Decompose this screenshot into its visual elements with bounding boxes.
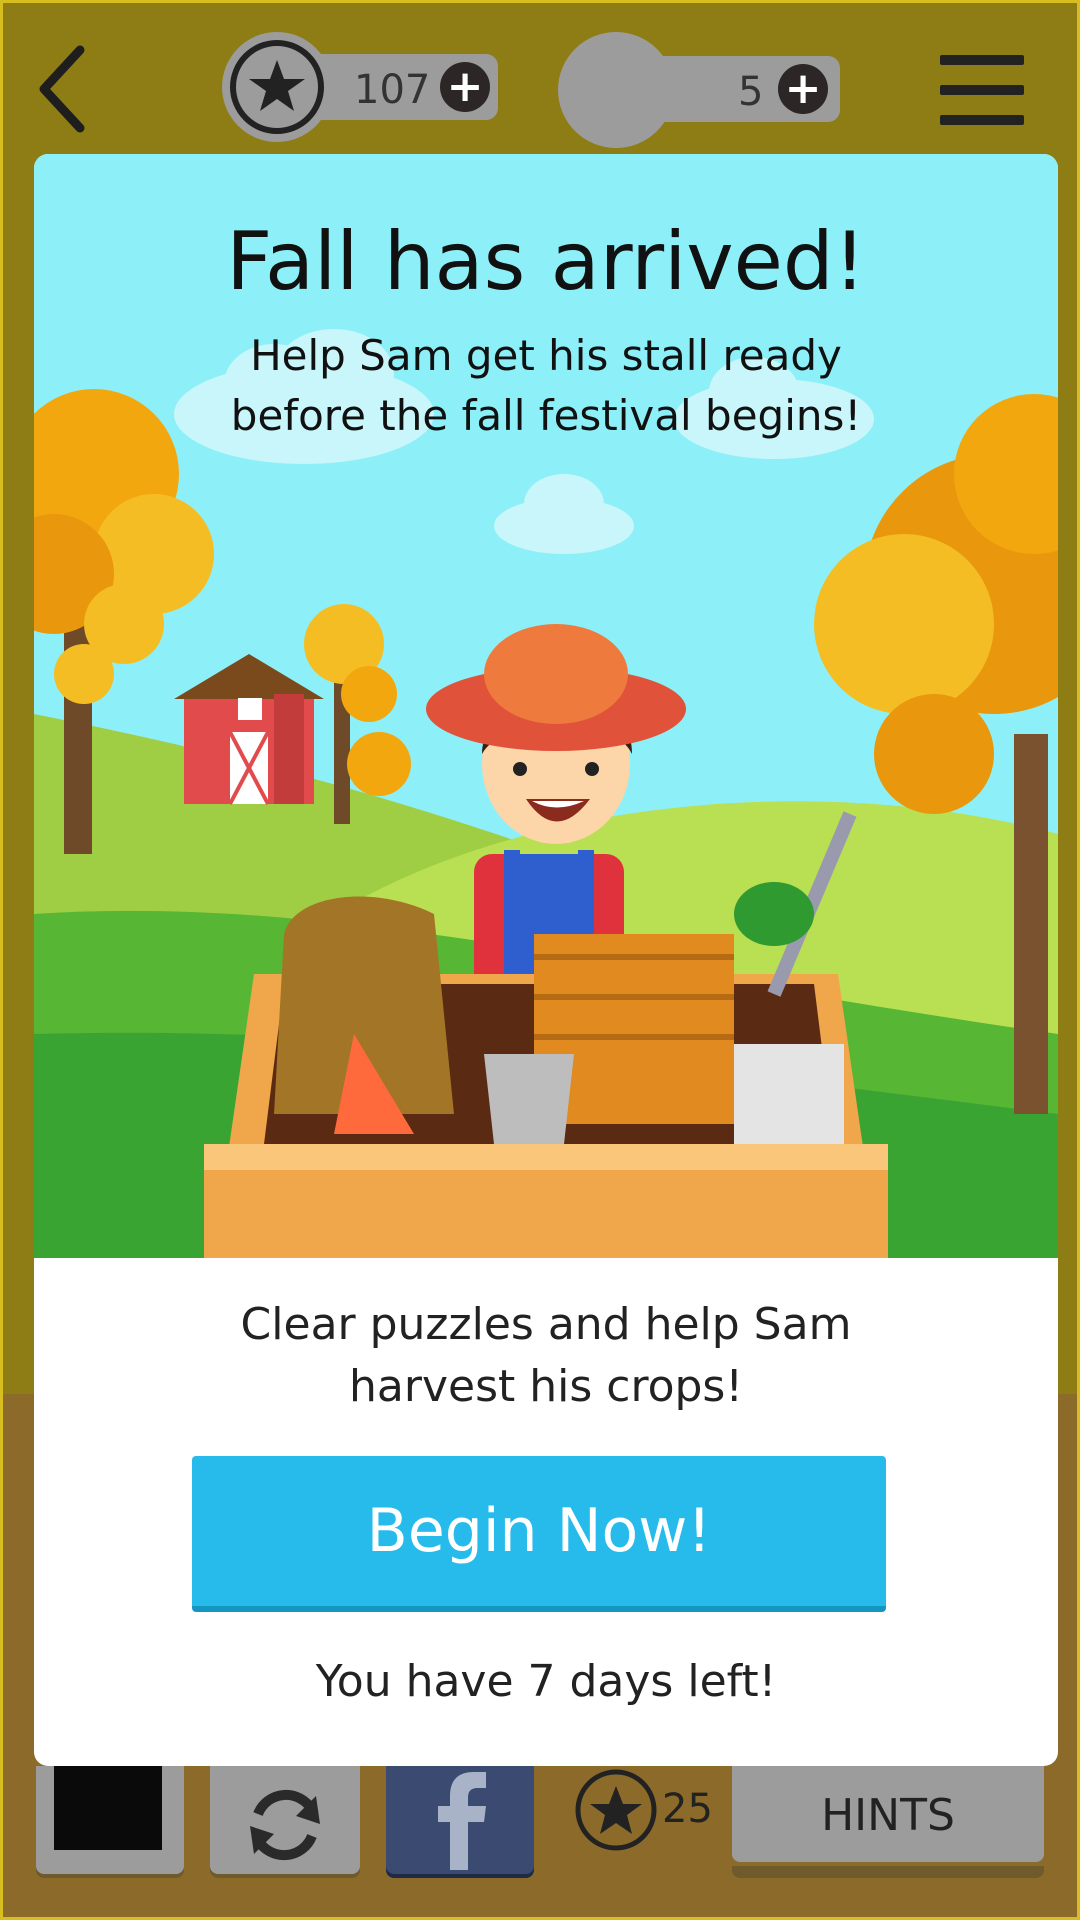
modal-subtitle: Help Sam get his stall ready before the … [230,331,862,440]
add-coins-icon[interactable]: + [440,62,490,112]
add-lives-icon[interactable]: + [778,64,828,114]
facebook-button[interactable] [386,1766,534,1874]
modal-title: Fall has arrived! [226,215,866,308]
lives-count: 5 [738,69,764,115]
modal-body: Clear puzzles and help Sam harvest his c… [240,1299,852,1412]
begin-now-button[interactable]: Begin Now! [192,1456,886,1612]
back-button[interactable] [34,44,94,134]
lives-badge [558,32,674,148]
color-swatch-button[interactable] [36,1766,184,1874]
farm-scene-illustration [34,154,1058,1258]
menu-bar-icon [940,115,1024,125]
refresh-button[interactable] [210,1766,360,1874]
menu-bar-icon [940,55,1024,65]
coin-badge [222,32,332,142]
days-left-text: You have 7 days left! [315,1656,777,1707]
facebook-icon [438,1772,486,1870]
event-modal: Fall has arrived! Help Sam get his stall… [34,154,1058,1766]
menu-button[interactable] [940,55,1024,125]
menu-bar-icon [940,85,1024,95]
star-coin-icon [575,1769,657,1851]
coin-count: 107 [354,67,431,113]
refresh-icon [250,1789,320,1861]
chevron-left-icon [39,45,85,133]
color-swatch-icon [54,1766,162,1850]
hints-button[interactable]: HINTS [732,1766,1044,1862]
star-icon [230,40,324,134]
hint-count: 25 [662,1786,713,1832]
toolbar-shadow [732,1866,1044,1878]
